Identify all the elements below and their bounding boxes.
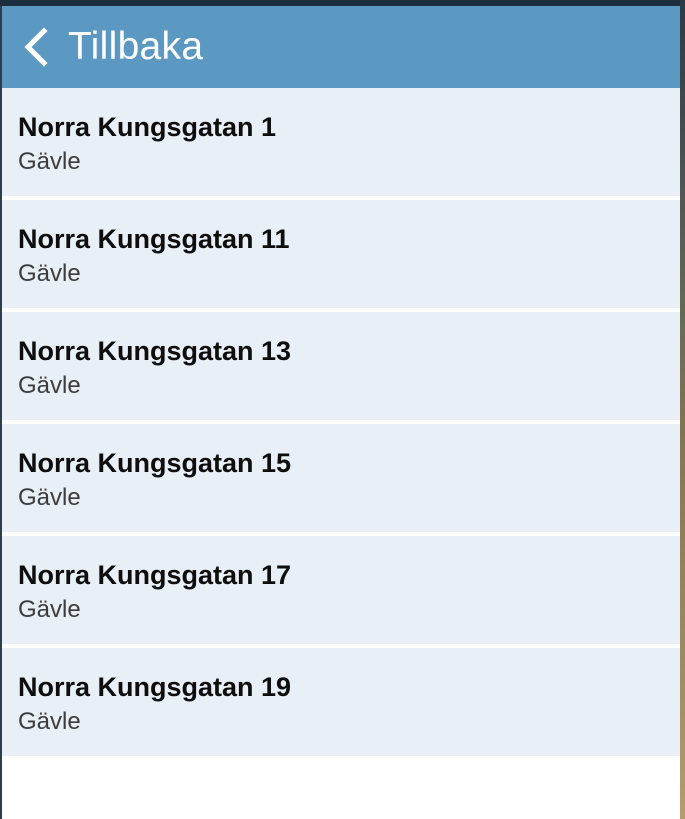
address-city: Gävle — [18, 484, 81, 511]
address-city: Gävle — [18, 260, 81, 287]
address-list: Norra Kungsgatan 1 Gävle Norra Kungsgata… — [2, 88, 680, 756]
background-map-edge — [680, 0, 685, 819]
address-city: Gävle — [18, 148, 81, 175]
address-city: Gävle — [18, 708, 81, 735]
address-city: Gävle — [18, 372, 81, 399]
address-street: Norra Kungsgatan 15 — [18, 448, 292, 478]
address-item-1[interactable]: Norra Kungsgatan 1 Gävle — [2, 88, 680, 196]
address-city: Gävle — [18, 596, 81, 623]
address-street: Norra Kungsgatan 13 — [18, 336, 292, 366]
address-item-11[interactable]: Norra Kungsgatan 11 Gävle — [2, 200, 680, 308]
address-item-19[interactable]: Norra Kungsgatan 19 Gävle — [2, 648, 680, 756]
address-street: Norra Kungsgatan 11 — [18, 224, 290, 254]
address-item-13[interactable]: Norra Kungsgatan 13 Gävle — [2, 312, 680, 420]
address-street: Norra Kungsgatan 17 — [18, 560, 292, 590]
back-button[interactable]: Tillbaka — [2, 6, 680, 88]
address-street: Norra Kungsgatan 19 — [18, 672, 292, 702]
address-item-17[interactable]: Norra Kungsgatan 17 Gävle — [2, 536, 680, 644]
address-picker-panel: Tillbaka Norra Kungsgatan 1 Gävle Norra … — [2, 6, 680, 819]
address-item-15[interactable]: Norra Kungsgatan 15 Gävle — [2, 424, 680, 532]
back-label[interactable]: Tillbaka — [68, 25, 203, 69]
address-street: Norra Kungsgatan 1 — [18, 112, 277, 142]
chevron-left-icon[interactable] — [22, 27, 50, 67]
